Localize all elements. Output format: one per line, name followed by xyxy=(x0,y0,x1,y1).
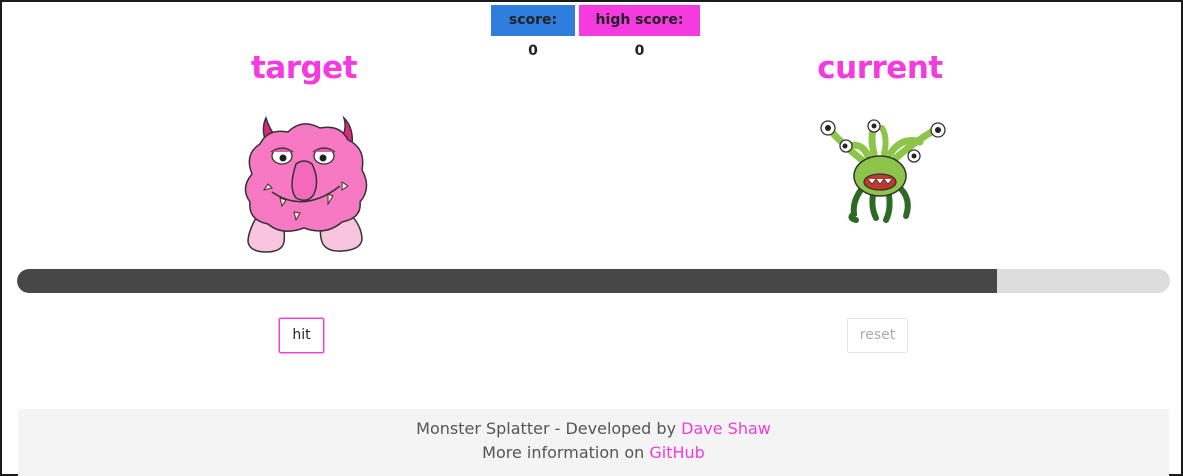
footer-credit-text: Monster Splatter - Developed by xyxy=(416,419,682,438)
github-link[interactable]: GitHub xyxy=(649,443,704,462)
footer-info-line: More information on GitHub xyxy=(18,441,1169,465)
reset-button[interactable]: reset xyxy=(847,318,908,353)
timer-progress-bar xyxy=(17,269,1170,293)
current-column: current xyxy=(600,46,1160,90)
green-monster-icon xyxy=(820,119,946,223)
score-badge: score: 0 xyxy=(491,5,575,59)
hit-button[interactable]: hit xyxy=(279,318,324,353)
scoreboard: score: 0 high score: 0 xyxy=(491,5,700,59)
high-score-badge: high score: 0 xyxy=(579,5,700,59)
target-column: target xyxy=(24,46,584,90)
author-link[interactable]: Dave Shaw xyxy=(681,419,771,438)
timer-progress-fill xyxy=(17,269,998,293)
current-heading: current xyxy=(817,50,943,86)
footer-info-text: More information on xyxy=(482,443,650,462)
footer: Monster Splatter - Developed by Dave Sha… xyxy=(18,409,1169,476)
target-heading: target xyxy=(250,50,358,86)
footer-credit-line: Monster Splatter - Developed by Dave Sha… xyxy=(18,417,1169,441)
pink-monster-icon xyxy=(244,115,368,253)
game-frame: score: 0 high score: 0 target current hi… xyxy=(0,0,1183,476)
